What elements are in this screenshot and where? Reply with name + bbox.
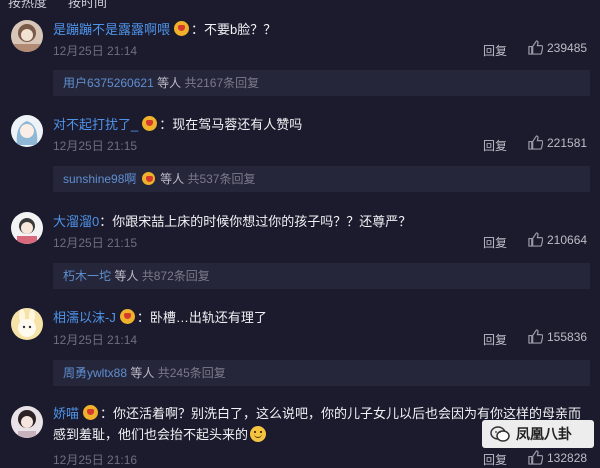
timestamp: 12月25日 21:15 — [53, 236, 138, 250]
username[interactable]: 大溜溜0 — [53, 214, 99, 229]
vip-badge-icon — [174, 21, 190, 36]
username[interactable]: 对不起打扰了_ — [53, 117, 138, 132]
thumbs-up-icon — [528, 329, 543, 344]
sub-reply-user[interactable]: sunshine98啊 — [63, 172, 136, 186]
watermark-text: 凤凰八卦 — [516, 426, 572, 442]
like-button[interactable]: 221581 — [528, 135, 587, 150]
comment-text: ：现在驾马蓉还有人赞吗 — [159, 117, 303, 132]
sub-reply-suffix: 等人 — [130, 366, 155, 380]
thumbs-up-icon — [528, 40, 543, 55]
sub-reply-count: 共2167条回复 — [184, 76, 260, 90]
timestamp: 12月25日 21:16 — [53, 453, 138, 467]
avatar[interactable] — [11, 308, 43, 340]
sub-reply-suffix: 等人 — [157, 76, 182, 90]
sub-replies-box[interactable]: sunshine98啊 等人 共537条回复 — [53, 166, 590, 192]
sub-reply-user[interactable]: 朽木一坨 — [63, 269, 111, 283]
sub-reply-user[interactable]: 周勇ywltx88 — [63, 366, 127, 380]
like-button[interactable]: 132828 — [528, 450, 587, 465]
vip-badge-icon — [141, 172, 155, 185]
sub-reply-count: 共872条回复 — [141, 269, 210, 283]
sub-replies-box[interactable]: 周勇ywltx88 等人 共245条回复 — [53, 360, 590, 386]
sub-replies-box[interactable]: 朽木一坨 等人 共872条回复 — [53, 263, 590, 289]
like-button[interactable]: 155836 — [528, 329, 587, 344]
sort-tab-hot[interactable]: 按热度 — [8, 0, 47, 8]
sub-reply-count: 共245条回复 — [157, 366, 226, 380]
comment-text: ：不要b脸？？ — [191, 22, 277, 37]
reply-button[interactable]: 回复 — [483, 331, 507, 348]
sort-tabs: 按热度 按时间 — [0, 0, 600, 8]
timestamp: 12月25日 21:15 — [53, 139, 138, 153]
thumbs-up-icon — [528, 135, 543, 150]
sub-reply-suffix: 等人 — [114, 269, 139, 283]
sub-reply-count: 共537条回复 — [187, 172, 256, 186]
avatar[interactable] — [11, 212, 43, 244]
like-count: 210664 — [547, 233, 588, 247]
like-count: 132828 — [547, 451, 588, 465]
avatar[interactable] — [11, 406, 43, 438]
vip-badge-icon — [119, 309, 135, 324]
timestamp: 12月25日 21:14 — [53, 44, 138, 58]
comment-text: ：卧槽…出轨还有理了 — [136, 310, 267, 325]
timestamp: 12月25日 21:14 — [53, 333, 138, 347]
vip-badge-icon — [83, 405, 99, 420]
username[interactable]: 娇喵 — [53, 406, 79, 421]
avatar[interactable] — [11, 20, 43, 52]
username[interactable]: 相濡以沫-J — [53, 310, 116, 325]
thumbs-up-icon — [528, 450, 543, 465]
like-count: 155836 — [547, 330, 588, 344]
reply-button[interactable]: 回复 — [483, 137, 507, 154]
sub-reply-user[interactable]: 用户6375260621 — [63, 76, 154, 90]
watermark: 凤凰八卦 — [482, 420, 594, 448]
like-count: 221581 — [547, 136, 588, 150]
comment-text: ：你跟宋喆上床的时候你想过你的孩子吗？？还尊严？ — [99, 214, 412, 229]
sub-replies-box[interactable]: 用户6375260621 等人 共2167条回复 — [53, 70, 590, 96]
reply-button[interactable]: 回复 — [483, 451, 507, 468]
like-count: 239485 — [547, 41, 588, 55]
thumbs-up-icon — [528, 232, 543, 247]
wechat-icon — [490, 426, 510, 442]
sort-tab-time[interactable]: 按时间 — [68, 0, 107, 8]
sub-reply-suffix: 等人 — [160, 172, 185, 186]
like-button[interactable]: 210664 — [528, 232, 587, 247]
reply-button[interactable]: 回复 — [483, 42, 507, 59]
reply-button[interactable]: 回复 — [483, 234, 507, 251]
vip-badge-icon — [142, 116, 158, 131]
like-button[interactable]: 239485 — [528, 40, 587, 55]
smile-emoji-icon — [250, 426, 267, 442]
username[interactable]: 是蹦蹦不是露露啊喂 — [53, 22, 170, 37]
avatar[interactable] — [11, 115, 43, 147]
